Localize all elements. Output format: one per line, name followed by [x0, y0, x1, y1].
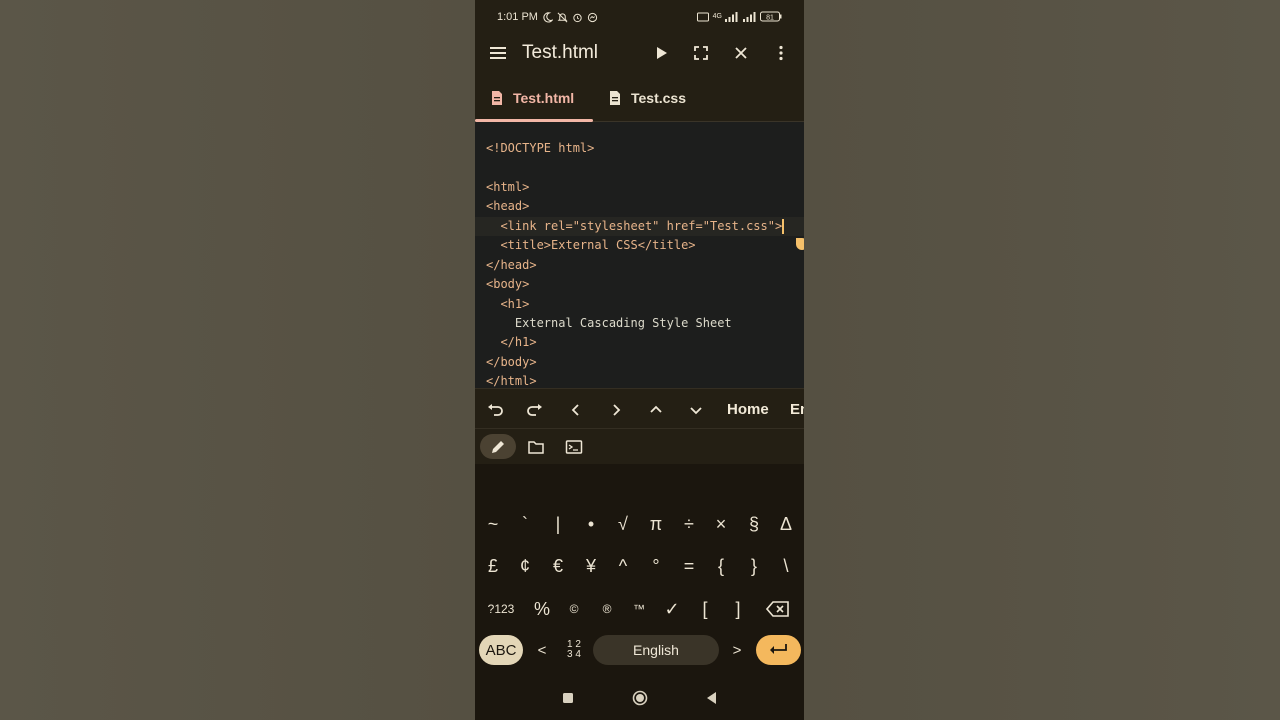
key[interactable]: =	[674, 551, 704, 581]
backspace-icon	[766, 601, 789, 617]
key[interactable]: |	[543, 509, 573, 539]
terminal-icon[interactable]	[565, 438, 583, 456]
code-line: <head>	[486, 199, 530, 213]
tab-label: Test.html	[513, 89, 575, 106]
key[interactable]: §	[739, 509, 769, 539]
undo-icon[interactable]	[486, 401, 504, 419]
app-bar: Test.html	[475, 34, 804, 74]
enter-icon	[769, 644, 787, 654]
keyboard-toolbar	[475, 429, 804, 464]
volte-icon	[696, 12, 709, 22]
tab-test-html[interactable]: Test.html	[475, 74, 593, 122]
cursor-handle[interactable]	[796, 238, 804, 250]
pencil-icon	[492, 441, 504, 453]
more-vert-icon[interactable]	[772, 44, 790, 62]
key[interactable]: ^	[608, 551, 638, 581]
alarm-icon	[573, 13, 582, 22]
key[interactable]: √	[608, 509, 638, 539]
key[interactable]: ©	[559, 594, 589, 624]
end-key[interactable]: En	[790, 401, 804, 418]
key[interactable]: €	[543, 551, 573, 581]
network-type: 4G	[712, 13, 722, 20]
checkmark-key[interactable]: ✓	[657, 594, 687, 624]
key[interactable]: •	[576, 509, 606, 539]
code-line-current: <link rel="stylesheet" href="Test.css">	[475, 217, 804, 236]
file-title: Test.html	[522, 42, 599, 63]
abc-key[interactable]: ABC	[479, 635, 523, 665]
key[interactable]: £	[478, 551, 508, 581]
key[interactable]: %	[527, 594, 557, 624]
key[interactable]: ×	[706, 509, 736, 539]
arrow-down-icon[interactable]	[687, 401, 705, 419]
redo-icon[interactable]	[526, 401, 544, 419]
code-line: <h1>	[486, 297, 530, 311]
status-bar: 1:01 PM 4G 81	[475, 0, 804, 34]
greater-than-key[interactable]: >	[722, 635, 752, 665]
left-backdrop	[0, 0, 475, 720]
home-icon[interactable]	[632, 690, 648, 706]
key[interactable]: {	[706, 551, 736, 581]
key[interactable]: Δ	[771, 509, 801, 539]
backspace-key[interactable]	[763, 594, 793, 624]
moon-icon	[543, 11, 553, 23]
home-key[interactable]: Home	[727, 401, 769, 418]
messenger-icon	[587, 12, 598, 22]
key[interactable]: ¢	[510, 551, 540, 581]
back-icon[interactable]	[704, 690, 720, 706]
signal-icon	[725, 12, 738, 22]
numeric-switch-key[interactable]: ?123	[481, 594, 521, 624]
arrow-left-icon[interactable]	[567, 401, 585, 419]
code-line: </h1>	[486, 335, 537, 349]
key[interactable]: °	[641, 551, 671, 581]
code-line: </head>	[486, 258, 537, 272]
less-than-key[interactable]: <	[527, 635, 557, 665]
code-line: </html>	[486, 374, 537, 388]
tab-test-css[interactable]: Test.css	[607, 74, 686, 121]
space-key[interactable]: English	[593, 635, 719, 665]
key[interactable]: π	[641, 509, 671, 539]
editor-toolbar: Home En	[475, 388, 804, 429]
numpad-key[interactable]: 1 2 3 4	[559, 635, 589, 665]
key[interactable]: \	[771, 551, 801, 581]
battery-level: 81	[766, 14, 774, 21]
tab-label: Test.css	[631, 89, 686, 106]
key[interactable]: [	[690, 594, 720, 624]
right-backdrop	[804, 0, 1280, 720]
phone-screen: 1:01 PM 4G 81 Test.html Test.html Test.c…	[475, 0, 804, 720]
arrow-right-icon[interactable]	[607, 401, 625, 419]
key[interactable]: `	[510, 509, 540, 539]
key[interactable]: ~	[478, 509, 508, 539]
menu-icon[interactable]	[489, 44, 507, 62]
code-line: <html>	[486, 180, 530, 194]
file-icon	[610, 90, 620, 105]
folder-icon[interactable]	[527, 438, 545, 456]
key[interactable]: ¥	[576, 551, 606, 581]
battery-icon: 81	[760, 11, 782, 22]
code-line: <body>	[486, 277, 530, 291]
mute-bell-icon	[557, 12, 568, 22]
symbol-keyboard: ~ ` | • √ π ÷ × § Δ £ ¢ € ¥ ^ ° = { } \ …	[475, 464, 804, 680]
status-time: 1:01 PM	[497, 11, 538, 23]
key[interactable]: ®	[592, 594, 622, 624]
file-icon	[492, 90, 502, 105]
key[interactable]: ÷	[674, 509, 704, 539]
file-tabs: Test.html Test.css	[475, 74, 804, 122]
key[interactable]: }	[739, 551, 769, 581]
code-line: <!DOCTYPE html>	[486, 141, 595, 155]
run-icon[interactable]	[652, 44, 670, 62]
signal-icon-2	[743, 12, 756, 22]
key[interactable]: ™	[624, 594, 654, 624]
arrow-up-icon[interactable]	[647, 401, 665, 419]
close-icon[interactable]	[732, 44, 750, 62]
fullscreen-icon[interactable]	[692, 44, 710, 62]
code-line: <title>External CSS</title>	[486, 238, 696, 252]
text-cursor	[782, 219, 785, 234]
enter-key[interactable]	[756, 635, 801, 665]
key[interactable]: ]	[723, 594, 753, 624]
code-line: </body>	[486, 355, 537, 369]
code-editor[interactable]: <!DOCTYPE html> <html> <head> <link rel=…	[475, 122, 804, 388]
system-nav-bar	[475, 680, 804, 720]
code-line: External Cascading Style Sheet	[486, 316, 732, 330]
recents-icon[interactable]	[560, 690, 576, 706]
